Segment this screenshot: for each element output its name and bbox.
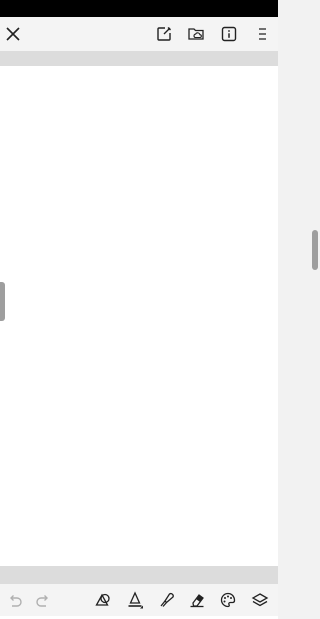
layers-icon [251, 593, 269, 607]
highlighter-icon [160, 592, 174, 607]
highlighter-button[interactable] [154, 588, 178, 612]
page-edit-icon [157, 27, 171, 41]
eraser-button[interactable] [185, 588, 209, 612]
vertical-scroll-handle[interactable] [312, 230, 318, 270]
pen-button[interactable] [123, 588, 147, 612]
top-divider-strip [0, 51, 278, 66]
bottom-toolbar [0, 584, 278, 616]
color-palette-icon [220, 592, 236, 608]
bottom-divider-strip [0, 566, 278, 584]
menu-button[interactable] [250, 22, 274, 46]
shapes-icon [95, 593, 110, 606]
drawing-canvas[interactable] [0, 66, 278, 566]
eraser-icon [190, 594, 204, 608]
layers-button[interactable] [248, 588, 272, 612]
page-edit-button[interactable] [152, 22, 176, 46]
status-bar [0, 0, 278, 17]
info-icon [221, 26, 237, 42]
pen-icon [128, 591, 143, 609]
folder-cloud-button[interactable] [184, 22, 208, 46]
close-button[interactable] [1, 22, 25, 46]
folder-cloud-icon [188, 28, 204, 40]
undo-icon [10, 595, 22, 607]
redo-button[interactable] [31, 588, 55, 612]
undo-button[interactable] [3, 588, 27, 612]
shapes-button[interactable] [91, 588, 115, 612]
close-icon [6, 27, 20, 41]
color-palette-button[interactable] [216, 588, 240, 612]
side-panel-handle[interactable] [0, 282, 5, 321]
menu-icon [259, 28, 266, 40]
redo-icon [36, 595, 48, 607]
info-button[interactable] [217, 22, 241, 46]
top-toolbar [0, 17, 278, 51]
